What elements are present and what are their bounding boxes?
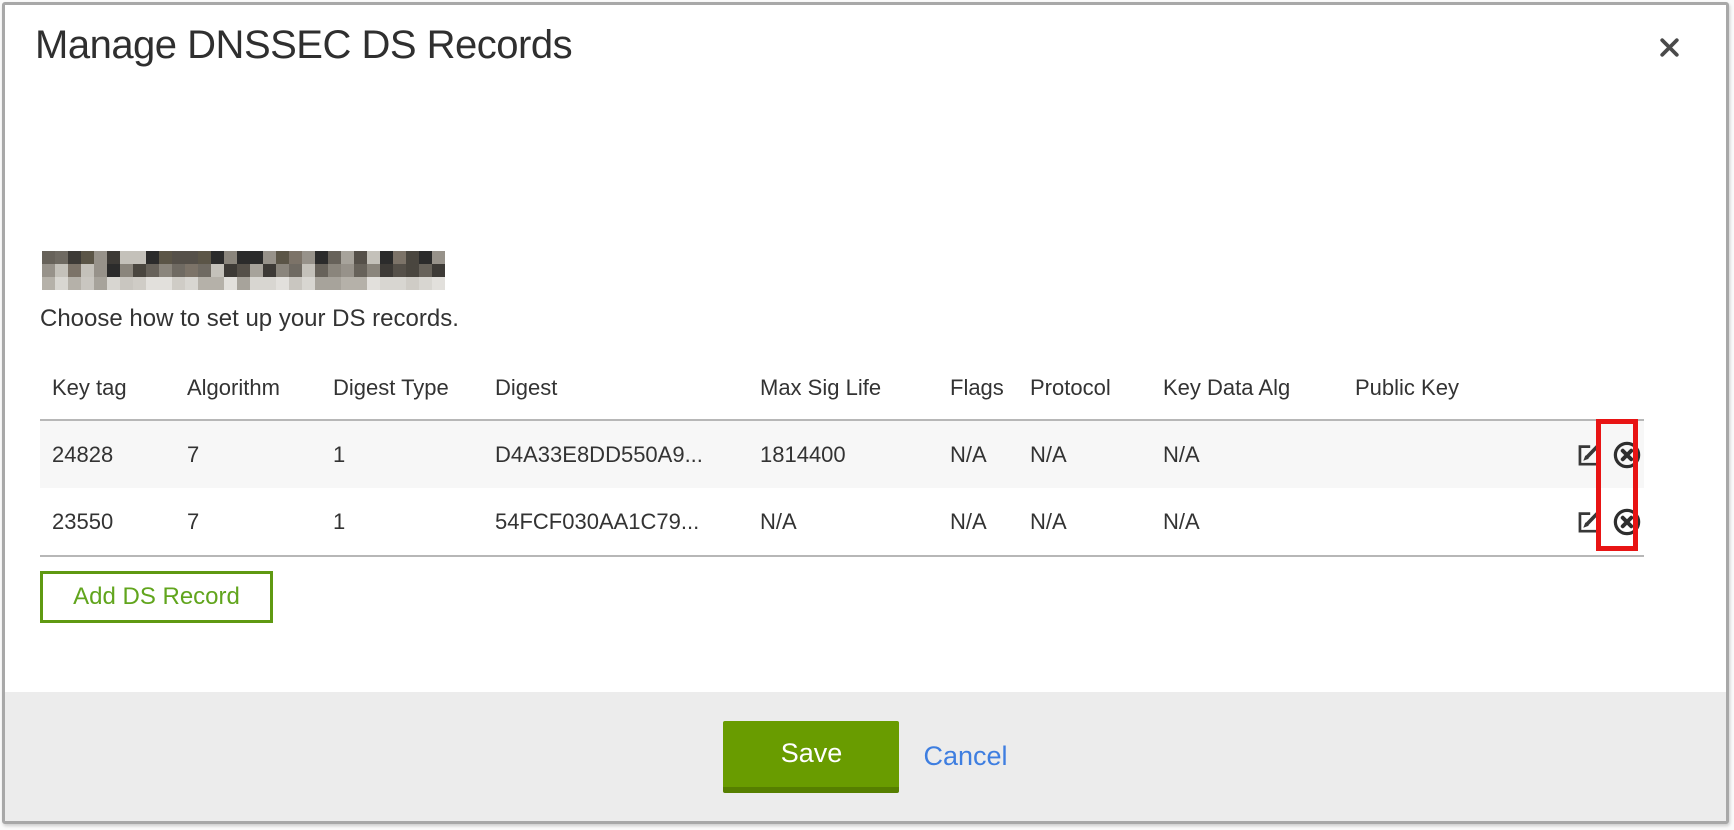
dialog-title: Manage DNSSEC DS Records <box>35 23 572 68</box>
col-header-max-sig-life: Max Sig Life <box>748 357 938 420</box>
close-button[interactable] <box>1651 29 1687 65</box>
cell-public-key <box>1343 488 1553 556</box>
cell-digest-type: 1 <box>321 420 483 488</box>
edit-record-button[interactable] <box>1575 508 1602 535</box>
edit-record-button[interactable] <box>1575 441 1602 468</box>
close-icon <box>1657 35 1682 60</box>
ds-record-row: 23550 7 1 54FCF030AA1C79... N/A N/A N/A … <box>40 488 1644 556</box>
ds-records-table: Key tag Algorithm Digest Type Digest Max… <box>40 357 1644 557</box>
col-header-protocol: Protocol <box>1018 357 1151 420</box>
add-ds-record-button[interactable]: Add DS Record <box>40 571 273 623</box>
cell-algorithm: 7 <box>175 488 321 556</box>
delete-circle-x-icon <box>1612 440 1642 470</box>
delete-record-button[interactable] <box>1612 507 1642 537</box>
col-header-public-key: Public Key <box>1343 357 1553 420</box>
col-header-actions <box>1553 357 1644 420</box>
cell-key-tag: 23550 <box>40 488 175 556</box>
cell-max-sig-life: N/A <box>748 488 938 556</box>
col-header-digest: Digest <box>483 357 748 420</box>
edit-icon <box>1575 508 1602 535</box>
cell-key-data-alg: N/A <box>1151 420 1343 488</box>
col-header-key-tag: Key tag <box>40 357 175 420</box>
cell-algorithm: 7 <box>175 420 321 488</box>
table-header-row: Key tag Algorithm Digest Type Digest Max… <box>40 357 1644 420</box>
setup-instruction-text: Choose how to set up your DS records. <box>40 305 459 333</box>
delete-record-button[interactable] <box>1612 440 1642 470</box>
redacted-domain-name <box>42 251 445 290</box>
dialog-footer: Save Cancel <box>5 692 1726 821</box>
save-button[interactable]: Save <box>723 721 899 793</box>
edit-icon <box>1575 441 1602 468</box>
cell-actions <box>1553 488 1644 556</box>
cell-key-data-alg: N/A <box>1151 488 1343 556</box>
col-header-algorithm: Algorithm <box>175 357 321 420</box>
cell-digest-type: 1 <box>321 488 483 556</box>
manage-dnssec-ds-records-dialog: Manage DNSSEC DS Records Choose how to s… <box>2 2 1729 824</box>
cell-flags: N/A <box>938 488 1018 556</box>
cell-digest: 54FCF030AA1C79... <box>483 488 748 556</box>
col-header-key-data-alg: Key Data Alg <box>1151 357 1343 420</box>
cell-max-sig-life: 1814400 <box>748 420 938 488</box>
cell-digest: D4A33E8DD550A9... <box>483 420 748 488</box>
col-header-digest-type: Digest Type <box>321 357 483 420</box>
col-header-flags: Flags <box>938 357 1018 420</box>
cell-protocol: N/A <box>1018 420 1151 488</box>
delete-circle-x-icon <box>1612 507 1642 537</box>
cancel-link[interactable]: Cancel <box>923 741 1007 772</box>
cell-actions <box>1553 420 1644 488</box>
cell-key-tag: 24828 <box>40 420 175 488</box>
cell-public-key <box>1343 420 1553 488</box>
ds-record-row: 24828 7 1 D4A33E8DD550A9... 1814400 N/A … <box>40 420 1644 488</box>
cell-flags: N/A <box>938 420 1018 488</box>
cell-protocol: N/A <box>1018 488 1151 556</box>
